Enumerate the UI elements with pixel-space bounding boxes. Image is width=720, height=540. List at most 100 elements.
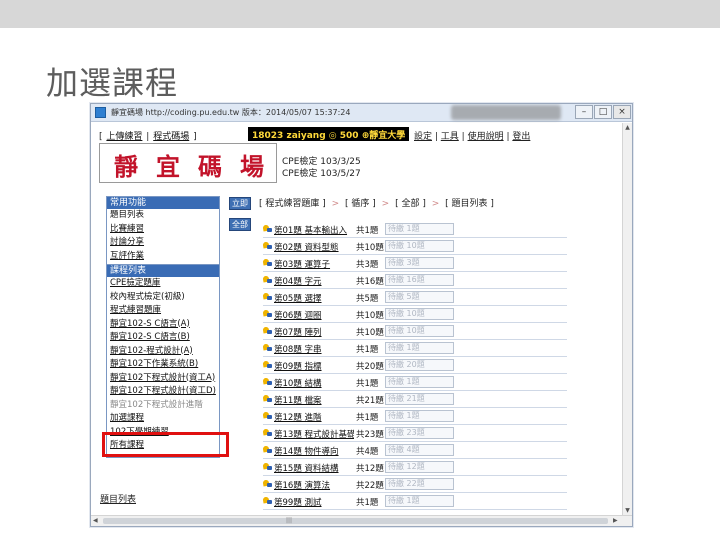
problem-name-link[interactable]: 第04題 字元 bbox=[274, 275, 354, 287]
user-status-bar: 18023 zaiyang ◎ 500 ⊕靜宜大學 bbox=[248, 127, 410, 141]
common-function-item[interactable]: 題目列表 bbox=[107, 209, 219, 223]
problem-table: 第01題 基本輸出入 共1題 待繳 1題 第02題 資料型態 共10題 待繳 10題 第03… bbox=[263, 221, 567, 510]
problem-icon bbox=[263, 327, 272, 334]
side-button-bottom[interactable]: 全部 bbox=[229, 218, 251, 231]
common-function-item[interactable]: 比賽練習 bbox=[107, 223, 219, 237]
browser-window: 靜宜碼場 http://coding.pu.edu.tw 版本：2014/05/… bbox=[90, 103, 633, 527]
vertical-scrollbar[interactable]: ▲ ▼ bbox=[622, 123, 632, 516]
problem-name-link[interactable]: 第14題 物件導向 bbox=[274, 445, 354, 457]
problem-name-link[interactable]: 第15題 資料結構 bbox=[274, 462, 354, 474]
problem-row: 第03題 運算子 共3題 待繳 3題 bbox=[263, 255, 567, 272]
problem-status-field[interactable]: 待繳 1題 bbox=[385, 376, 454, 388]
horizontal-scroll-thumb[interactable] bbox=[103, 518, 608, 524]
site-logo[interactable]: 靜宜碼場 bbox=[99, 143, 277, 183]
problem-status-field[interactable]: 待繳 10題 bbox=[385, 240, 454, 252]
problem-row: 第09題 指標 共20題 待繳 20題 bbox=[263, 357, 567, 374]
course-list-item[interactable]: 程式練習題庫 bbox=[107, 304, 219, 318]
problem-status-field[interactable]: 待繳 3題 bbox=[385, 257, 454, 269]
breadcrumb-course[interactable]: [ 程式練習題庫 ] bbox=[259, 199, 326, 209]
course-list-item[interactable]: 加選課程 bbox=[107, 412, 219, 426]
problem-status-field[interactable]: 待繳 21題 bbox=[385, 393, 454, 405]
problem-list-link[interactable]: 題目列表 bbox=[100, 492, 136, 505]
course-list-item[interactable]: 靜宜102下程式設計(資工A) bbox=[107, 372, 219, 386]
common-functions-header: 常用功能 bbox=[107, 197, 219, 209]
common-function-item[interactable]: 討論分享 bbox=[107, 236, 219, 250]
scroll-down-icon[interactable]: ▼ bbox=[624, 507, 631, 515]
problem-status-field[interactable]: 待繳 10題 bbox=[385, 308, 454, 320]
course-list-item[interactable]: CPE檢定題庫 bbox=[107, 277, 219, 291]
problem-status-field[interactable]: 待繳 4題 bbox=[385, 444, 454, 456]
problem-count: 共1題 bbox=[356, 413, 379, 423]
minimize-button[interactable]: – bbox=[575, 105, 593, 119]
problem-status-field[interactable]: 待繳 20題 bbox=[385, 359, 454, 371]
problem-count: 共23題 bbox=[356, 430, 384, 440]
problem-name-link[interactable]: 第03題 運算子 bbox=[274, 258, 354, 270]
close-button[interactable]: × bbox=[613, 105, 631, 119]
problem-name-link[interactable]: 第05題 選擇 bbox=[274, 292, 354, 304]
breadcrumb-category[interactable]: [ 循序 ] bbox=[345, 199, 376, 209]
nav-tools[interactable]: 工具 bbox=[441, 132, 459, 142]
scroll-left-icon[interactable]: ◀ bbox=[93, 517, 98, 524]
problem-name-link[interactable]: 第08題 字串 bbox=[274, 343, 354, 355]
problem-name-link[interactable]: 第13題 程式設計基礎 bbox=[274, 428, 354, 440]
problem-count: 共10題 bbox=[356, 311, 384, 321]
problem-name-link[interactable]: 第01題 基本輸出入 bbox=[274, 224, 354, 236]
course-list-header: 課程列表 bbox=[107, 265, 219, 277]
horizontal-scrollbar[interactable]: ◀ ||| ▶ bbox=[91, 515, 632, 526]
top-nav-bracket-open: [ bbox=[99, 132, 103, 142]
nav-upload-practice[interactable]: 上傳練習 bbox=[106, 132, 142, 142]
breadcrumb-separator: > bbox=[331, 199, 340, 209]
nav-coding-arena[interactable]: 程式碼場 bbox=[153, 132, 189, 142]
problem-row: 第13題 程式設計基礎 共23題 待繳 23題 bbox=[263, 425, 567, 442]
problem-row: 第11題 檔案 共21題 待繳 21題 bbox=[263, 391, 567, 408]
course-list-item[interactable]: 靜宜102下程式設計進階 bbox=[107, 399, 219, 413]
nav-help[interactable]: 使用說明 bbox=[468, 132, 504, 142]
problem-name-link[interactable]: 第09題 指標 bbox=[274, 360, 354, 372]
side-button-top[interactable]: 立即 bbox=[229, 197, 251, 210]
common-function-item[interactable]: 互評作業 bbox=[107, 250, 219, 264]
breadcrumb-all[interactable]: [ 全部 ] bbox=[395, 199, 426, 209]
scroll-right-icon[interactable]: ▶ bbox=[613, 517, 618, 524]
problem-status-field[interactable]: 待繳 16題 bbox=[385, 274, 454, 286]
problem-row: 第99題 測試 共1題 待繳 1題 bbox=[263, 493, 567, 510]
problem-count: 共1題 bbox=[356, 345, 379, 355]
problem-name-link[interactable]: 第12題 進階 bbox=[274, 411, 354, 423]
course-list-item[interactable]: 靜宜102-S C語言(A) bbox=[107, 318, 219, 332]
problem-name-link[interactable]: 第10題 結構 bbox=[274, 377, 354, 389]
maximize-button[interactable]: □ bbox=[594, 105, 612, 119]
breadcrumb-separator: > bbox=[431, 199, 440, 209]
nav-logout[interactable]: 登出 bbox=[512, 132, 530, 142]
problem-name-link[interactable]: 第02題 資料型態 bbox=[274, 241, 354, 253]
course-list-item[interactable]: 靜宜102-S C語言(B) bbox=[107, 331, 219, 345]
problem-status-field[interactable]: 待繳 5題 bbox=[385, 291, 454, 303]
problem-count: 共1題 bbox=[356, 226, 379, 236]
course-list-item[interactable]: 靜宜102下作業系統(B) bbox=[107, 358, 219, 372]
breadcrumb: [ 程式練習題庫 ] > [ 循序 ] > [ 全部 ] > [ 題目列表 ] bbox=[259, 196, 494, 209]
problem-row: 第15題 資料結構 共12題 待繳 12題 bbox=[263, 459, 567, 476]
problem-status-field[interactable]: 待繳 1題 bbox=[385, 223, 454, 235]
problem-status-field[interactable]: 待繳 23題 bbox=[385, 427, 454, 439]
course-list-item[interactable]: 靜宜102-程式設計(A) bbox=[107, 345, 219, 359]
problem-count: 共16題 bbox=[356, 277, 384, 287]
problem-status-field[interactable]: 待繳 22題 bbox=[385, 478, 454, 490]
problem-status-field[interactable]: 待繳 12題 bbox=[385, 461, 454, 473]
problem-count: 共1題 bbox=[356, 498, 379, 508]
problem-name-link[interactable]: 第11題 檔案 bbox=[274, 394, 354, 406]
course-list-item[interactable]: 校內程式檢定(初級) bbox=[107, 291, 219, 305]
course-list-item[interactable]: 靜宜102下程式設計(資工D) bbox=[107, 385, 219, 399]
problem-status-field[interactable]: 待繳 1題 bbox=[385, 342, 454, 354]
problem-count: 共1題 bbox=[356, 379, 379, 389]
problem-name-link[interactable]: 第07題 陣列 bbox=[274, 326, 354, 338]
blurred-region bbox=[451, 105, 561, 120]
problem-icon bbox=[263, 225, 272, 232]
problem-status-field[interactable]: 待繳 1題 bbox=[385, 410, 454, 422]
problem-name-link[interactable]: 第06題 迴圈 bbox=[274, 309, 354, 321]
problem-name-link[interactable]: 第16題 演算法 bbox=[274, 479, 354, 491]
nav-settings[interactable]: 設定 bbox=[414, 132, 432, 142]
top-nav: [ 上傳練習 | 程式碼場 ] bbox=[99, 129, 198, 142]
scroll-up-icon[interactable]: ▲ bbox=[624, 124, 631, 132]
problem-status-field[interactable]: 待繳 10題 bbox=[385, 325, 454, 337]
problem-status-field[interactable]: 待繳 1題 bbox=[385, 495, 454, 507]
problem-name-link[interactable]: 第99題 測試 bbox=[274, 496, 354, 508]
problem-count: 共4題 bbox=[356, 447, 379, 457]
